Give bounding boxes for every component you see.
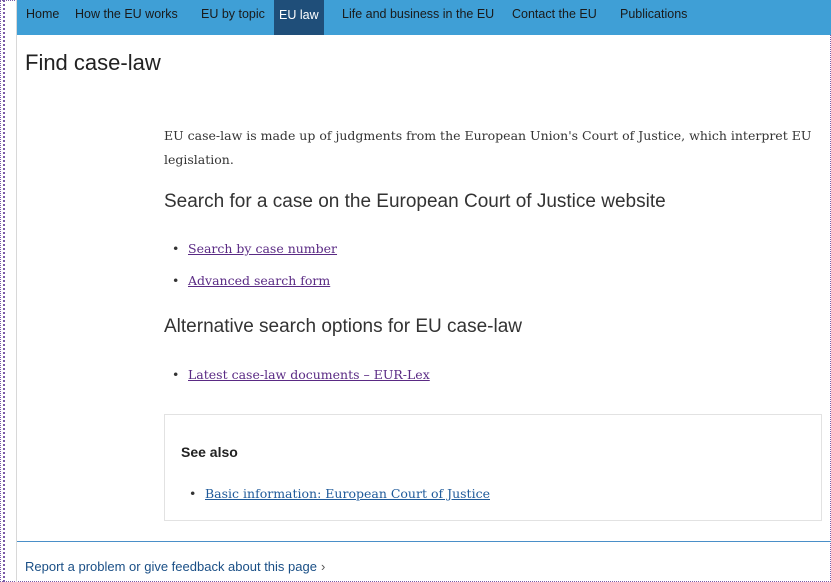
feedback-label: Report a problem or give feedback about … (25, 559, 317, 574)
advanced-search-form-link[interactable]: Advanced search form (188, 273, 330, 288)
feedback-link[interactable]: Report a problem or give feedback about … (25, 559, 325, 574)
bullet: • (172, 273, 180, 288)
see-also-link-list: • Basic information: European Court of Ju… (189, 484, 490, 504)
page-title: Find case-law (25, 50, 161, 75)
list-item: • Advanced search form (172, 271, 337, 303)
nav-item-contact-the-eu[interactable]: Contact the EU (512, 0, 597, 24)
chevron-right-icon: › (320, 559, 326, 574)
basic-information-ecj-link[interactable]: Basic information: European Court of Jus… (205, 486, 490, 501)
see-also-box: See also • Basic information: European Co… (164, 414, 822, 521)
nav-item-eu-by-topic[interactable]: EU by topic (201, 0, 265, 24)
alternative-search-link-list: • Latest case-law documents – EUR-Lex (172, 365, 430, 397)
section-heading-court-search: Search for a case on the European Court … (164, 191, 666, 212)
nav-item-home[interactable]: Home (26, 0, 59, 24)
bullet: • (172, 367, 180, 382)
nav-item-how-the-eu-works[interactable]: How the EU works (75, 0, 178, 24)
latest-case-law-link[interactable]: Latest case-law documents – EUR-Lex (188, 367, 430, 382)
footer-divider (17, 541, 831, 542)
nav-item-life-and-business[interactable]: Life and business in the EU (342, 0, 494, 24)
top-navigation: Home How the EU works EU by topic EU law… (17, 0, 831, 35)
list-item: • Search by case number (172, 239, 337, 271)
see-also-heading: See also (181, 444, 238, 460)
search-by-case-number-link[interactable]: Search by case number (188, 241, 337, 256)
intro-paragraph: EU case-law is made up of judgments from… (164, 128, 812, 167)
nav-item-eu-law[interactable]: EU law (274, 0, 324, 35)
nav-item-publications[interactable]: Publications (620, 0, 687, 24)
section-heading-alternative-search: Alternative search options for EU case-l… (164, 316, 522, 337)
left-margin-edge (3, 0, 15, 582)
bullet: • (189, 486, 197, 501)
court-search-link-list: • Search by case number • Advanced search … (172, 239, 337, 303)
bullet: • (172, 241, 180, 256)
list-item: • Latest case-law documents – EUR-Lex (172, 365, 430, 397)
list-item: • Basic information: European Court of Ju… (189, 484, 490, 504)
